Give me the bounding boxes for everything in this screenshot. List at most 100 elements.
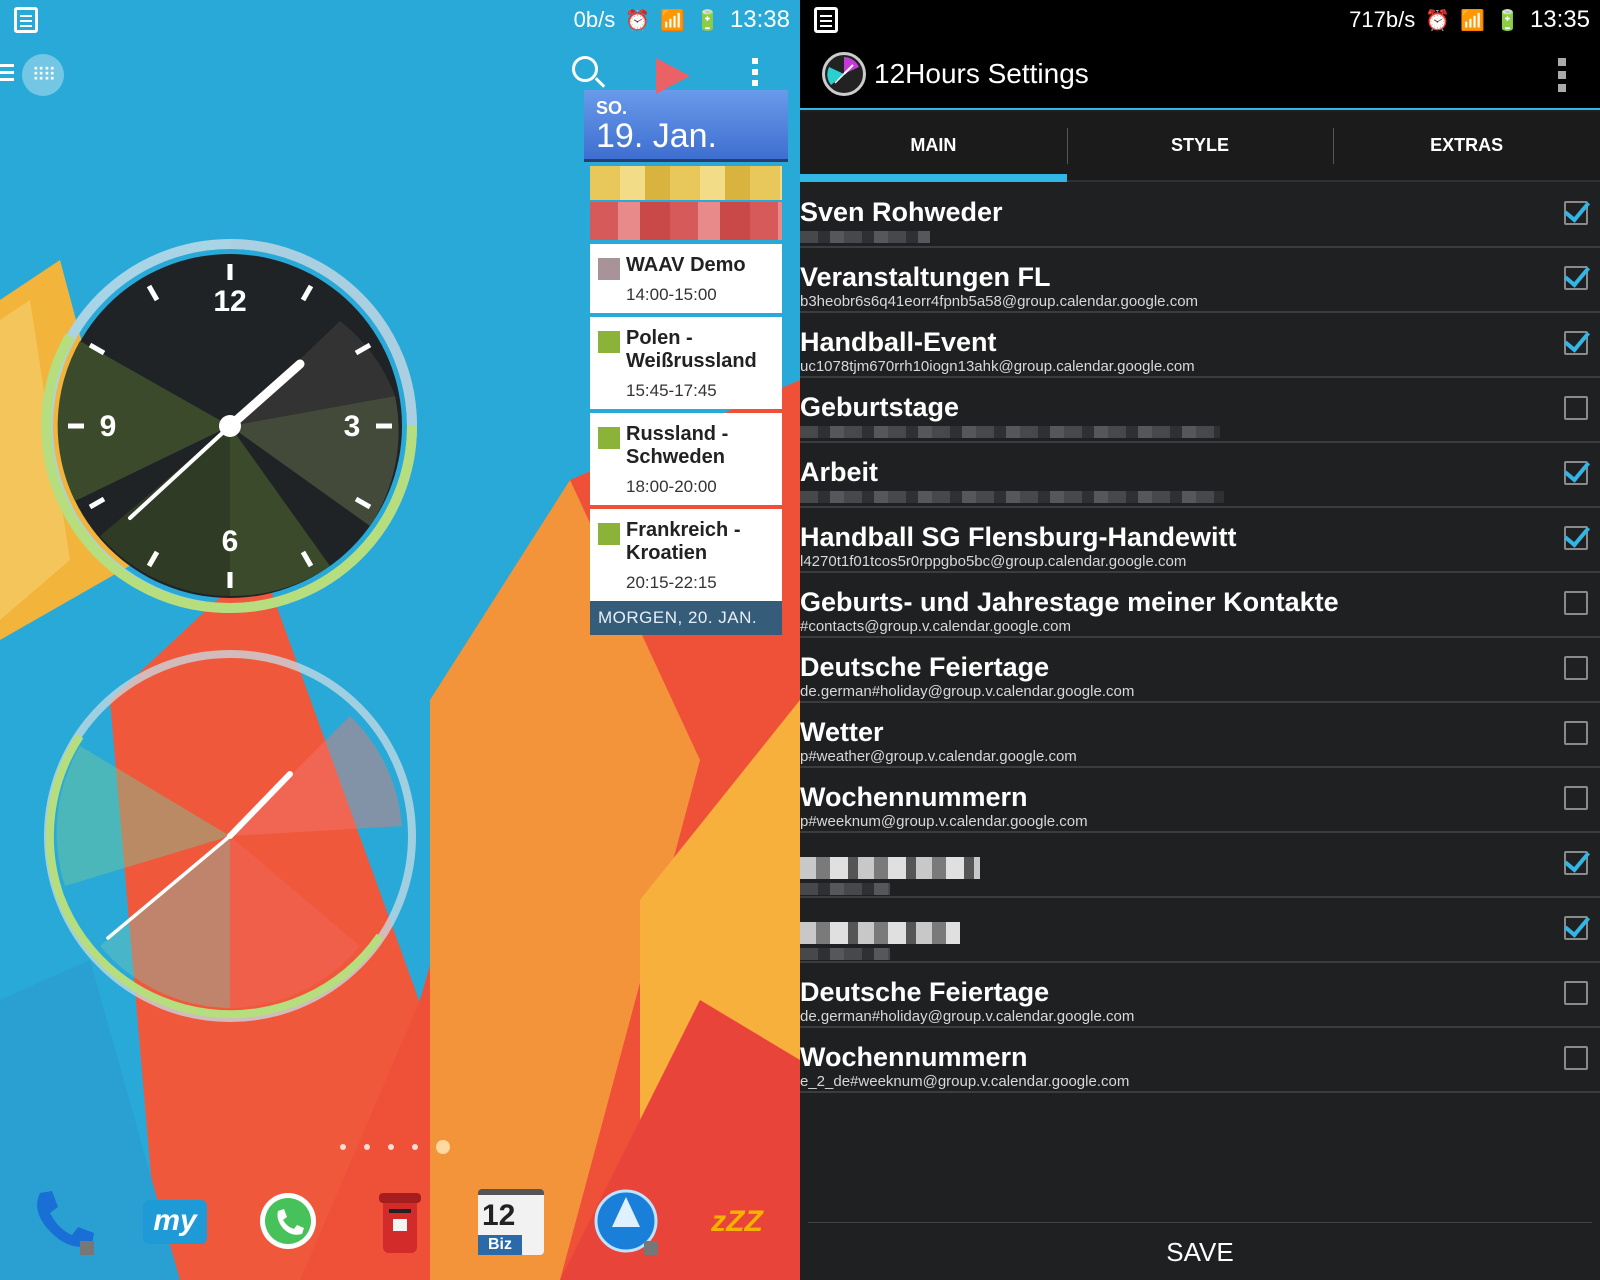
calendar-checkbox[interactable] xyxy=(1564,526,1588,550)
calendar-row[interactable]: Wochennummern p#weeknum@group.v.calendar… xyxy=(800,768,1600,833)
launcher-top-bar: ⠿⠿ xyxy=(0,52,800,96)
calendar-icon: 12 Biz xyxy=(478,1189,544,1255)
phone-icon xyxy=(37,1191,94,1255)
calendar-widget[interactable]: SO. 19. Jan. WAAV Demo 14:00-15:00 Polen… xyxy=(584,90,788,635)
overflow-menu-icon[interactable] xyxy=(752,58,758,91)
calendar-title: Deutsche Feiertage xyxy=(800,977,1050,1007)
alarm-icon: ⏰ xyxy=(1425,9,1451,32)
calendar-checkbox[interactable] xyxy=(1564,591,1588,615)
wifi-signal-icon: 📶 xyxy=(660,9,686,32)
calendar-title: Deutsche Feiertage xyxy=(800,652,1050,682)
calendar-checkbox[interactable] xyxy=(1564,786,1588,810)
calendar-row[interactable]: Sven Rohweder xyxy=(800,183,1600,248)
calendar-checkbox[interactable] xyxy=(1564,331,1588,355)
clock-numeral-9: 9 xyxy=(100,410,117,443)
calendar-subtitle: de.german#holiday@group.v.calendar.googl… xyxy=(800,683,1135,700)
calendar-next-day-header[interactable]: MORGEN, 20. JAN. xyxy=(590,601,782,635)
calendar-checkbox[interactable] xyxy=(1564,396,1588,420)
event-color-swatch xyxy=(598,523,620,545)
event-title: WAAV Demo xyxy=(626,254,746,276)
clock-numeral-12: 12 xyxy=(213,285,246,318)
12hours-transparent-clock-widget[interactable] xyxy=(40,646,420,1026)
search-icon[interactable] xyxy=(572,56,598,82)
calendar-row[interactable]: Deutsche Feiertage de.german#holiday@gro… xyxy=(800,963,1600,1028)
save-button[interactable]: SAVE xyxy=(808,1222,1592,1280)
calendar-event[interactable]: Frankreich - Kroatien 20:15-22:15 xyxy=(590,509,782,601)
12hours-app-icon[interactable] xyxy=(822,52,866,96)
blurred-event[interactable] xyxy=(590,166,782,200)
app-dock: my 12 Biz zZZ xyxy=(0,1185,800,1265)
mailbox-app[interactable] xyxy=(364,1185,438,1259)
calendar-checkbox[interactable] xyxy=(1564,851,1588,875)
battery-charging-icon: 🔋 xyxy=(695,9,720,32)
calendar-checkbox[interactable] xyxy=(1564,656,1588,680)
calendar-checkbox[interactable] xyxy=(1564,201,1588,225)
calendar-row[interactable] xyxy=(800,898,1600,963)
alarm-icon: ⏰ xyxy=(625,9,651,32)
boat-browser-app[interactable] xyxy=(590,1185,664,1259)
battery-charging-icon: 🔋 xyxy=(1495,9,1520,32)
calendar-title: Handball SG Flensburg-Handewitt xyxy=(800,522,1237,552)
blurred-title xyxy=(800,922,960,944)
notification-clipboard-icon xyxy=(814,7,838,33)
calendar-date: 19. Jan. xyxy=(596,117,717,155)
network-speed: 717b/s xyxy=(1349,7,1416,32)
calendar-subtitle: e_2_de#weeknum@group.v.calendar.google.c… xyxy=(800,1073,1130,1090)
globe-icon xyxy=(594,1189,658,1255)
calendar-checkbox[interactable] xyxy=(1564,916,1588,940)
blurred-event[interactable] xyxy=(590,202,782,240)
calendar-header[interactable]: SO. 19. Jan. xyxy=(584,90,788,162)
calendar-row[interactable]: Deutsche Feiertage de.german#holiday@gro… xyxy=(800,638,1600,703)
phone-app[interactable] xyxy=(26,1185,100,1259)
network-speed: 0b/s xyxy=(573,7,616,32)
calendar-row[interactable] xyxy=(800,833,1600,898)
calendar-row[interactable]: Handball SG Flensburg-Handewitt l4270t1f… xyxy=(800,508,1600,573)
tab-style[interactable]: STYLE xyxy=(1066,112,1334,180)
calendar-event[interactable]: Russland - Schweden 18:00-20:00 xyxy=(590,413,782,505)
app-drawer-icon[interactable]: ⠿⠿ xyxy=(22,54,64,96)
12hours-clock-widget[interactable]: 12 3 6 9 xyxy=(40,236,420,616)
tab-extras[interactable]: EXTRAS xyxy=(1333,112,1600,180)
play-store-icon[interactable] xyxy=(656,58,690,94)
calendar-checkbox[interactable] xyxy=(1564,721,1588,745)
whatsapp-app[interactable] xyxy=(252,1185,326,1259)
calendar-row[interactable]: Geburts- und Jahrestage meiner Kontakte … xyxy=(800,573,1600,638)
calendar-subtitle: p#weeknum@group.v.calendar.google.com xyxy=(800,813,1088,830)
blurred-subtitle xyxy=(800,231,930,243)
blurred-subtitle xyxy=(800,426,1220,438)
sleep-app[interactable]: zZZ xyxy=(700,1185,774,1259)
calendar-checkbox[interactable] xyxy=(1564,981,1588,1005)
event-color-swatch xyxy=(598,427,620,449)
calendar-12-biz-app[interactable]: 12 Biz xyxy=(474,1185,548,1259)
calendar-title: Geburtstage xyxy=(800,392,960,422)
my-app[interactable]: my xyxy=(138,1185,212,1259)
calendar-title: Wochennummern xyxy=(800,1042,1028,1072)
mailbox-icon xyxy=(379,1193,421,1253)
calendar-row[interactable]: Veranstaltungen FL b3heobr6s6q41eorr4fpn… xyxy=(800,248,1600,313)
status-bar: 717b/s ⏰ 📶 🔋 13:35 xyxy=(800,0,1600,40)
calendar-list: Sven Rohweder Veranstaltungen FL b3heobr… xyxy=(800,183,1600,1093)
calendar-row[interactable]: Wetter p#weather@group.v.calendar.google… xyxy=(800,703,1600,768)
tab-main[interactable]: MAIN xyxy=(800,112,1067,182)
calendar-checkbox[interactable] xyxy=(1564,461,1588,485)
event-color-swatch xyxy=(598,331,620,353)
calendar-event[interactable]: WAAV Demo 14:00-15:00 xyxy=(590,244,782,313)
calendar-row[interactable]: Arbeit xyxy=(800,443,1600,508)
calendar-checkbox[interactable] xyxy=(1564,266,1588,290)
status-time: 13:38 xyxy=(729,6,790,33)
calendar-checkbox[interactable] xyxy=(1564,1046,1588,1070)
overflow-menu-icon[interactable] xyxy=(1558,58,1566,97)
whatsapp-icon xyxy=(260,1193,316,1249)
calendar-row[interactable]: Wochennummern e_2_de#weeknum@group.v.cal… xyxy=(800,1028,1600,1093)
page-indicator xyxy=(340,1140,450,1154)
calendar-row[interactable]: Handball-Event uc1078tjm670rrh10iogn13ah… xyxy=(800,313,1600,378)
calendar-title: Wetter xyxy=(800,717,884,747)
calendar-title: Veranstaltungen FL xyxy=(800,262,1051,292)
drawer-menu-icon[interactable] xyxy=(0,64,14,82)
calendar-day-of-week: SO. xyxy=(596,98,628,118)
calendar-title: Wochennummern xyxy=(800,782,1028,812)
calendar-event[interactable]: Polen - Weißrussland 15:45-17:45 xyxy=(590,317,782,409)
calendar-icon-number: 12 xyxy=(482,1199,516,1232)
calendar-row[interactable]: Geburtstage xyxy=(800,378,1600,443)
settings-screen: 717b/s ⏰ 📶 🔋 13:35 12Hours Settings MAIN… xyxy=(800,0,1600,1280)
